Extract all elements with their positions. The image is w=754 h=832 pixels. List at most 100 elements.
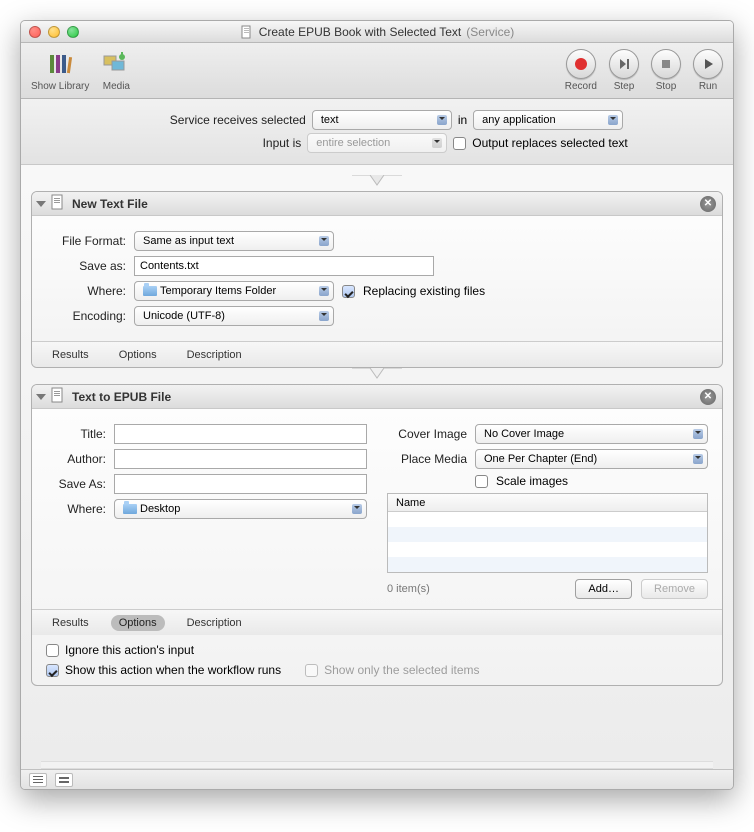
- folder-icon: [123, 504, 137, 514]
- action2-title: Text to EPUB File: [72, 390, 171, 404]
- save-as-input[interactable]: Contents.txt: [134, 256, 434, 276]
- input-is-label: Input is: [126, 136, 301, 150]
- action-new-text-file: New Text File ✕ File Format: Same as inp…: [31, 191, 723, 368]
- automator-window: Create EPUB Book with Selected Text (Ser…: [20, 20, 734, 790]
- toolbar-right: Record Step Stop Run: [565, 49, 723, 92]
- tab-results[interactable]: Results: [44, 615, 97, 631]
- minimize-window-button[interactable]: [48, 26, 60, 38]
- toolbar-left: Show Library Media: [31, 49, 131, 92]
- disclosure-icon[interactable]: [36, 201, 46, 207]
- document-icon: [240, 25, 254, 39]
- run-icon: [693, 49, 723, 79]
- table-rows: [388, 512, 707, 574]
- media-button[interactable]: Media: [101, 49, 131, 92]
- titlebar: Create EPUB Book with Selected Text (Ser…: [21, 21, 733, 43]
- stop-icon: [651, 49, 681, 79]
- action-text-to-epub: Text to EPUB File ✕ Title: Author:: [31, 384, 723, 686]
- remove-action-button[interactable]: ✕: [700, 389, 716, 405]
- record-button[interactable]: Record: [565, 49, 597, 92]
- file-format-label: File Format:: [46, 234, 126, 248]
- library-icon: [45, 49, 75, 79]
- save-as-label: Save as:: [46, 259, 126, 273]
- tab-options[interactable]: Options: [111, 615, 165, 631]
- where-popup[interactable]: Temporary Items Folder: [134, 281, 334, 301]
- place-media-popup[interactable]: One Per Chapter (End): [475, 449, 708, 469]
- ignore-input-checkbox[interactable]: [46, 644, 59, 657]
- place-media-label: Place Media: [387, 452, 467, 466]
- in-label: in: [458, 113, 467, 127]
- author-label: Author:: [46, 452, 106, 466]
- statusbar: [21, 769, 733, 789]
- add-button[interactable]: Add…: [575, 579, 632, 599]
- action2-tabs: Results Options Description: [32, 609, 722, 635]
- title-input[interactable]: [114, 424, 367, 444]
- where-label: Where:: [46, 502, 106, 516]
- in-popup[interactable]: any application: [473, 110, 623, 130]
- file-format-popup[interactable]: Same as input text: [134, 231, 334, 251]
- service-config: Service receives selected text in any ap…: [21, 99, 733, 165]
- encoding-label: Encoding:: [46, 309, 126, 323]
- text-action-icon: [50, 194, 66, 213]
- stop-button[interactable]: Stop: [651, 49, 681, 92]
- traffic-lights: [29, 26, 79, 38]
- cover-image-popup[interactable]: No Cover Image: [475, 424, 708, 444]
- tab-results[interactable]: Results: [44, 347, 97, 363]
- where-popup[interactable]: Desktop: [114, 499, 367, 519]
- media-icon: [101, 49, 131, 79]
- save-as-input[interactable]: [114, 474, 367, 494]
- title-label: Title:: [46, 427, 106, 441]
- connector-notch: [31, 175, 723, 191]
- close-window-button[interactable]: [29, 26, 41, 38]
- window-title-suffix: (Service): [466, 25, 514, 39]
- show-only-selected-checkbox: [305, 664, 318, 677]
- flow-view-button[interactable]: [55, 773, 73, 787]
- replacing-label: Replacing existing files: [363, 284, 485, 298]
- record-icon: [566, 49, 596, 79]
- show-when-runs-label: Show this action when the workflow runs: [65, 663, 281, 677]
- tab-description[interactable]: Description: [179, 615, 250, 631]
- output-replaces-checkbox[interactable]: [453, 137, 466, 150]
- stop-label: Stop: [656, 81, 677, 92]
- disclosure-icon[interactable]: [36, 394, 46, 400]
- toolbar: Show Library Media Record Step: [21, 43, 733, 99]
- tab-options[interactable]: Options: [111, 347, 165, 363]
- scale-images-checkbox[interactable]: [475, 475, 488, 488]
- left-column: Title: Author: Save As: Where:: [46, 419, 367, 599]
- action1-tabs: Results Options Description: [32, 341, 722, 367]
- encoding-popup[interactable]: Unicode (UTF-8): [134, 306, 334, 326]
- record-label: Record: [565, 81, 597, 92]
- zoom-window-button[interactable]: [67, 26, 79, 38]
- show-when-runs-checkbox[interactable]: [46, 664, 59, 677]
- ignore-input-label: Ignore this action's input: [65, 643, 194, 657]
- where-label: Where:: [46, 284, 126, 298]
- step-icon: [609, 49, 639, 79]
- save-as-label: Save As:: [46, 477, 106, 491]
- media-table[interactable]: Name: [387, 493, 708, 573]
- show-library-label: Show Library: [31, 81, 89, 92]
- remove-action-button[interactable]: ✕: [700, 196, 716, 212]
- text-action-icon: [50, 387, 66, 406]
- replacing-checkbox[interactable]: [342, 285, 355, 298]
- connector-notch: [31, 368, 723, 384]
- scale-images-label: Scale images: [496, 474, 568, 488]
- show-only-selected-label: Show only the selected items: [324, 663, 479, 677]
- author-input[interactable]: [114, 449, 367, 469]
- tab-description[interactable]: Description: [179, 347, 250, 363]
- action1-title: New Text File: [72, 197, 148, 211]
- run-button[interactable]: Run: [693, 49, 723, 92]
- remove-button: Remove: [641, 579, 708, 599]
- table-header-name: Name: [388, 494, 707, 512]
- item-count: 0 item(s): [387, 583, 430, 595]
- receives-popup[interactable]: text: [312, 110, 452, 130]
- output-replaces-label: Output replaces selected text: [472, 136, 627, 150]
- media-label: Media: [103, 81, 130, 92]
- action1-body: File Format: Same as input text Save as:…: [32, 216, 722, 341]
- show-library-button[interactable]: Show Library: [31, 49, 89, 92]
- horizontal-scrollbar[interactable]: [41, 761, 713, 769]
- workflow-area: New Text File ✕ File Format: Same as inp…: [21, 165, 733, 769]
- list-view-button[interactable]: [29, 773, 47, 787]
- step-button[interactable]: Step: [609, 49, 639, 92]
- cover-image-label: Cover Image: [387, 427, 467, 441]
- action2-body: Title: Author: Save As: Where:: [32, 409, 722, 609]
- window-title: Create EPUB Book with Selected Text (Ser…: [21, 25, 733, 39]
